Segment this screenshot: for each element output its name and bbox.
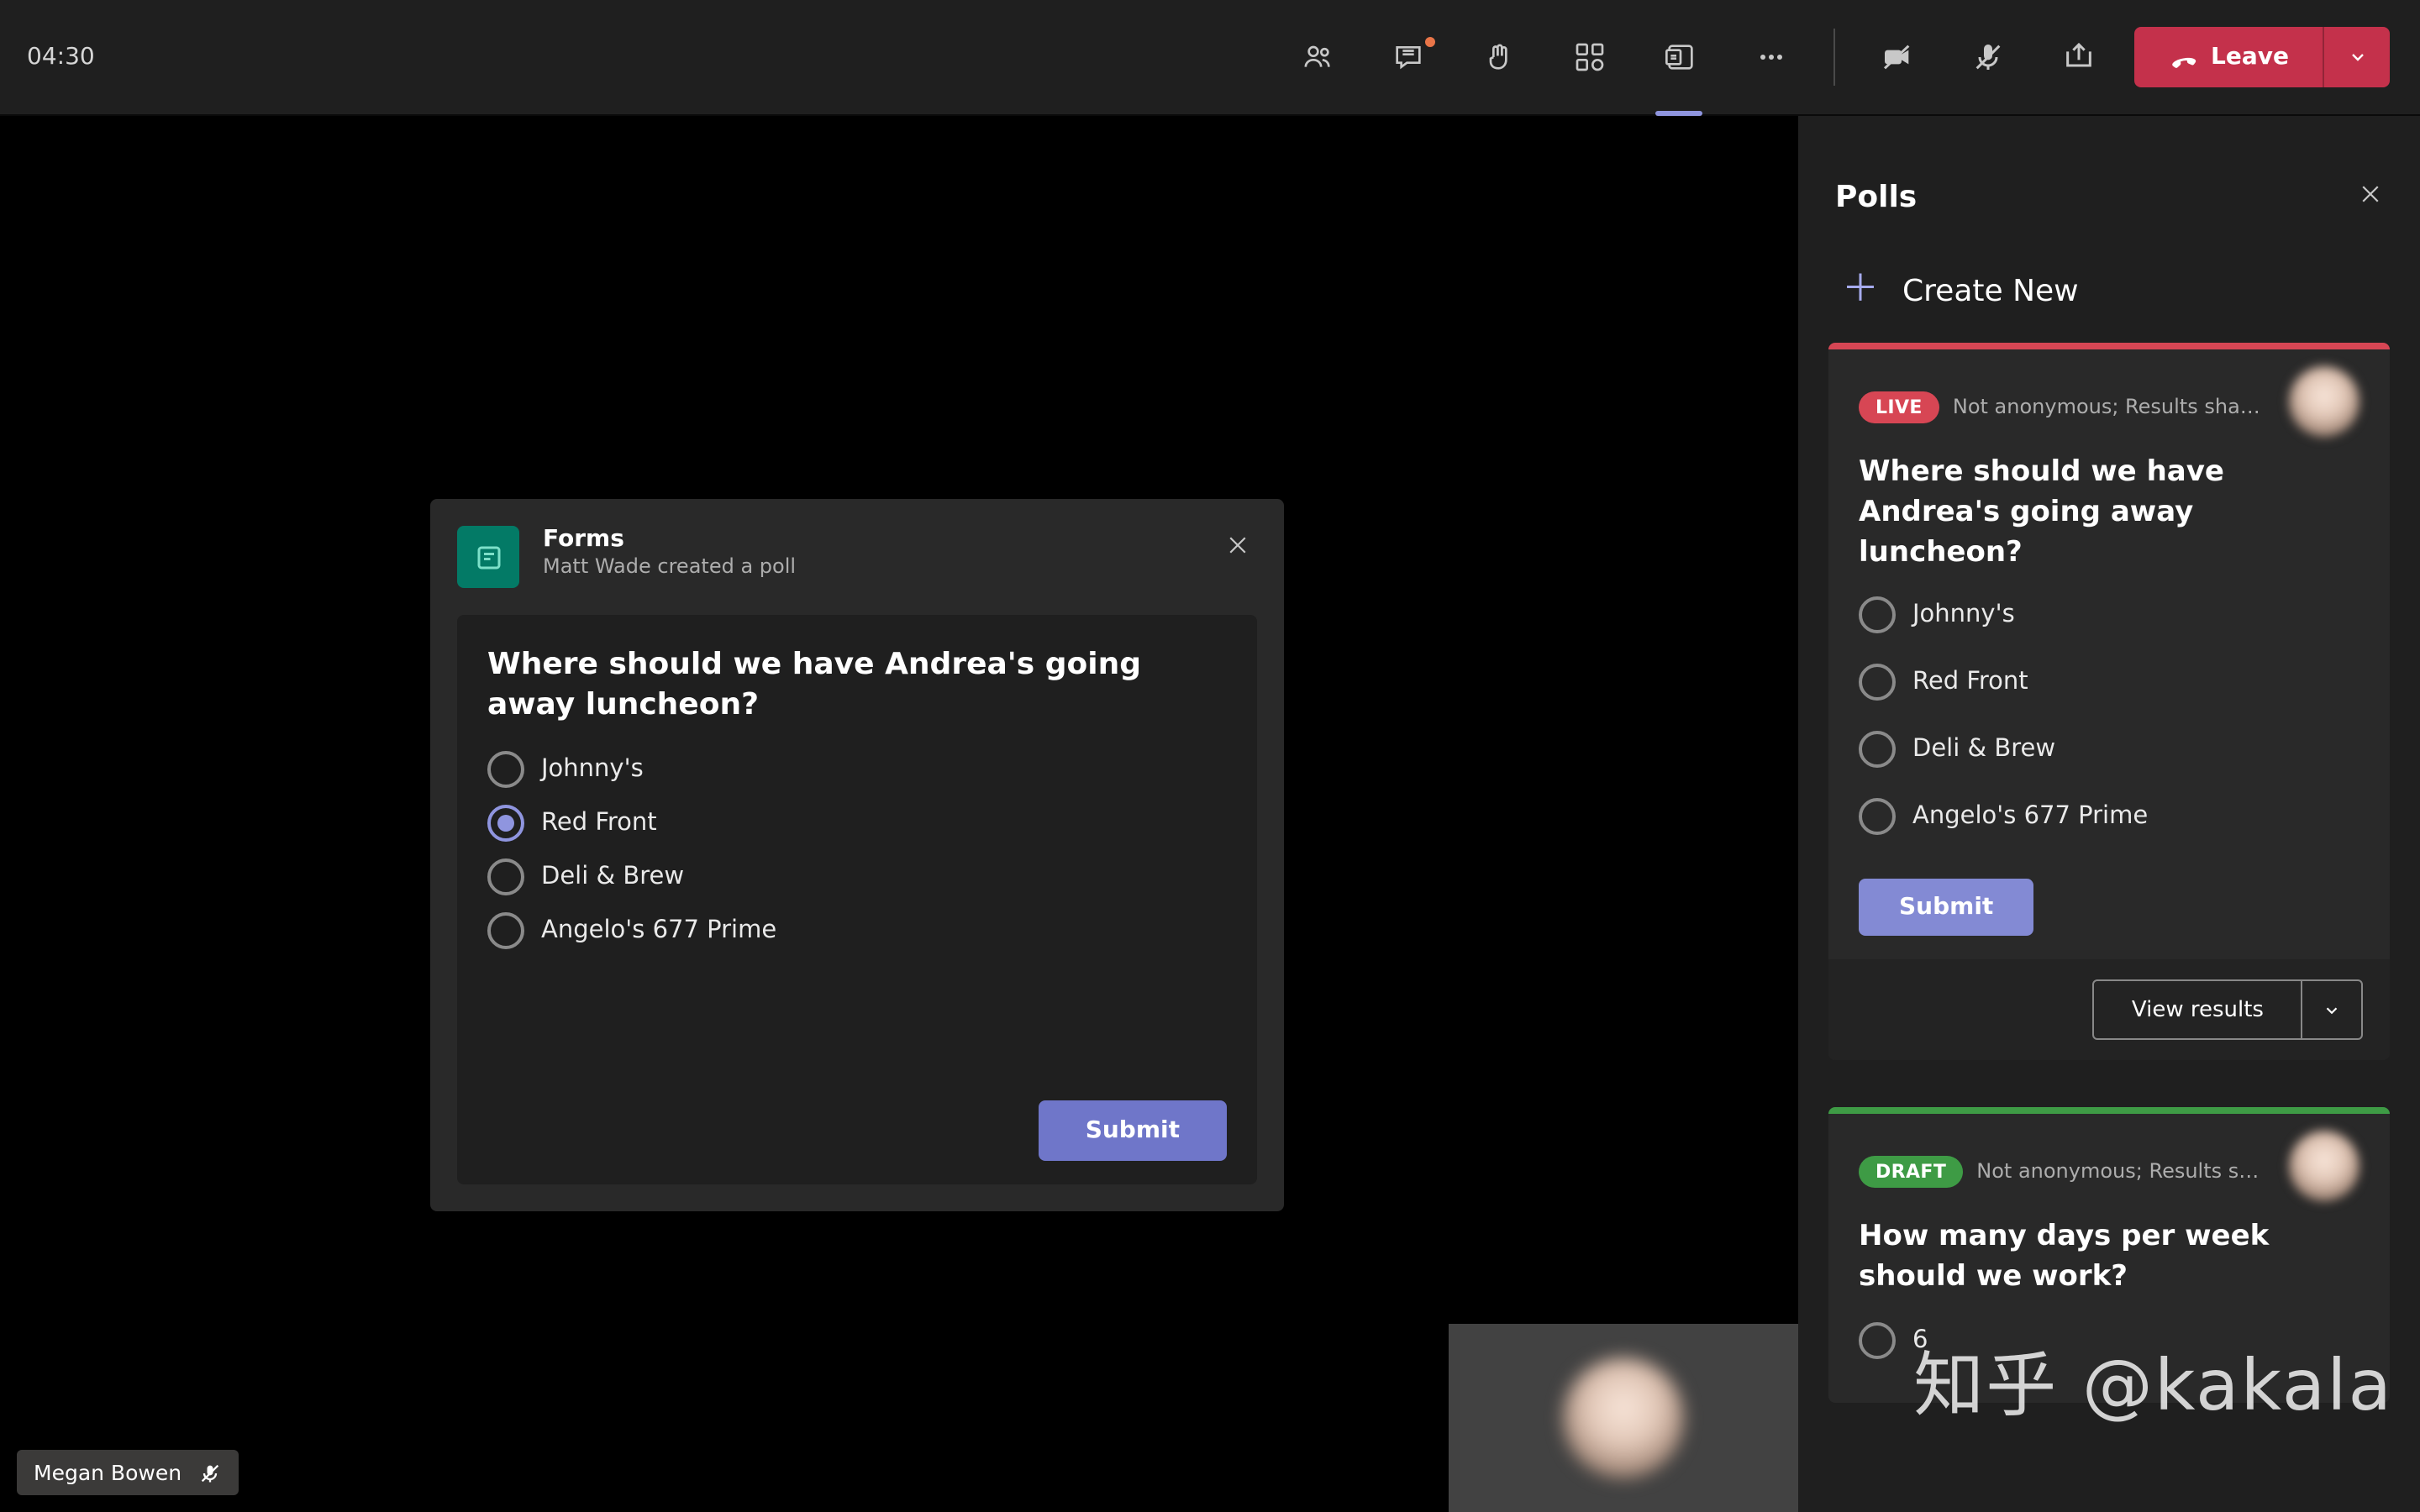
- leave-dropdown[interactable]: [2323, 27, 2390, 87]
- close-icon: [1225, 533, 1250, 558]
- participant-name-chip: Megan Bowen: [17, 1450, 239, 1495]
- close-panel-button[interactable]: [2358, 181, 2383, 213]
- poll-subtitle: Matt Wade created a poll: [543, 554, 1195, 578]
- privacy-text: Not anonymous; Results s…: [1976, 1160, 2265, 1184]
- topbar: 04:30: [0, 0, 2420, 116]
- poll-question: Where should we have Andrea's going away…: [1859, 454, 2360, 574]
- poll-item-live: LIVE Not anonymous; Results shar… Where …: [1828, 343, 2390, 1061]
- polls-panel: Polls ＋ Create New LIVE Not anonymous; R…: [1798, 116, 2420, 1512]
- submit-button[interactable]: Submit: [1859, 879, 2033, 937]
- poll-option[interactable]: 6: [1859, 1322, 2360, 1359]
- option-label: Deli & Brew: [541, 863, 684, 890]
- poll-option[interactable]: Deli & Brew: [1859, 732, 2360, 769]
- view-results-label: View results: [2095, 998, 2301, 1023]
- poll-option[interactable]: Red Front: [1859, 664, 2360, 701]
- option-label: Johnny's: [1912, 602, 2015, 629]
- option-label: Red Front: [541, 809, 657, 836]
- option-label: Deli & Brew: [1912, 737, 2055, 764]
- option-label: Angelo's 677 Prime: [541, 916, 776, 943]
- share-icon: [2061, 40, 2095, 74]
- poll-option[interactable]: Johnny's: [1859, 597, 2360, 634]
- mic-off-icon: [198, 1461, 222, 1484]
- poll-option[interactable]: Angelo's 677 Prime: [1859, 799, 2360, 836]
- poll-item-draft: DRAFT Not anonymous; Results s… How many…: [1828, 1108, 2390, 1403]
- close-icon: [2358, 181, 2383, 207]
- breakout-rooms-icon: [1572, 40, 1606, 74]
- poll-popup: Forms Matt Wade created a poll Where sho…: [430, 499, 1284, 1210]
- radio-icon: [1859, 799, 1896, 836]
- call-timer: 04:30: [27, 44, 95, 71]
- status-badge: LIVE: [1859, 391, 1939, 423]
- privacy-text: Not anonymous; Results shar…: [1953, 395, 2265, 418]
- participant-name: Megan Bowen: [34, 1460, 182, 1485]
- poll-app-name: Forms: [543, 526, 1195, 553]
- avatar: [2289, 1131, 2360, 1202]
- view-results-dropdown[interactable]: [2301, 982, 2361, 1039]
- submit-button[interactable]: Submit: [1039, 1100, 1227, 1160]
- view-results-button[interactable]: View results: [2093, 980, 2363, 1041]
- status-bar-icon: [1828, 1108, 2390, 1115]
- chat-icon: [1391, 40, 1424, 74]
- more-button[interactable]: [1725, 22, 1816, 92]
- poll-option[interactable]: Johnny's: [487, 750, 1227, 787]
- mic-off-icon: [1970, 40, 2004, 74]
- radio-icon: [1859, 664, 1896, 701]
- avatar: [1563, 1357, 1684, 1478]
- chat-button[interactable]: [1362, 22, 1453, 92]
- topbar-controls: Leave: [1271, 0, 2390, 114]
- rooms-button[interactable]: [1544, 22, 1634, 92]
- status-badge: DRAFT: [1859, 1156, 1963, 1188]
- radio-icon: [1859, 732, 1896, 769]
- chevron-down-icon: [2347, 47, 2367, 67]
- leave-label: Leave: [2211, 44, 2289, 71]
- plus-icon: ＋: [1842, 272, 1879, 309]
- radio-icon: [487, 911, 524, 948]
- notification-dot-icon: [1423, 35, 1436, 49]
- people-icon: [1300, 40, 1334, 74]
- camera-button[interactable]: [1851, 22, 1942, 92]
- panel-title: Polls: [1835, 180, 1917, 215]
- status-bar-icon: [1828, 343, 2390, 349]
- close-button[interactable]: [1218, 526, 1257, 571]
- apps-icon: [1663, 40, 1697, 74]
- more-icon: [1754, 40, 1787, 74]
- option-label: Red Front: [1912, 669, 2028, 696]
- poll-question: How many days per week should we work?: [1859, 1219, 2360, 1299]
- poll-option[interactable]: Red Front: [487, 804, 1227, 841]
- radio-icon: [487, 750, 524, 787]
- option-label: 6: [1912, 1327, 1928, 1354]
- avatar: [2289, 366, 2360, 437]
- raise-hand-icon: [1481, 40, 1515, 74]
- camera-off-icon: [1880, 40, 1913, 74]
- poll-list: LIVE Not anonymous; Results shar… Where …: [1798, 343, 2420, 1512]
- poll-option[interactable]: Angelo's 677 Prime: [487, 911, 1227, 948]
- radio-icon: [1859, 1322, 1896, 1359]
- meeting-stage: Forms Matt Wade created a poll Where sho…: [0, 116, 1798, 1512]
- hangup-icon: [2167, 42, 2197, 72]
- radio-icon: [487, 858, 524, 895]
- leave-button[interactable]: Leave: [2133, 27, 2390, 87]
- option-label: Johnny's: [541, 755, 644, 782]
- apps-button[interactable]: [1634, 22, 1725, 92]
- poll-question: Where should we have Andrea's going away…: [487, 645, 1227, 727]
- chevron-down-icon: [2323, 1001, 2341, 1020]
- mic-button[interactable]: [1942, 22, 2033, 92]
- reactions-button[interactable]: [1453, 22, 1544, 92]
- forms-app-icon: [457, 526, 519, 588]
- self-video-tile[interactable]: [1449, 1324, 1798, 1512]
- divider-icon: [1833, 29, 1834, 86]
- create-new-button[interactable]: ＋ Create New: [1798, 249, 2420, 343]
- create-new-label: Create New: [1902, 273, 2079, 308]
- option-label: Angelo's 677 Prime: [1912, 804, 2148, 831]
- radio-icon: [1859, 597, 1896, 634]
- poll-option[interactable]: Deli & Brew: [487, 858, 1227, 895]
- share-button[interactable]: [2033, 22, 2123, 92]
- people-button[interactable]: [1271, 22, 1362, 92]
- radio-selected-icon: [487, 804, 524, 841]
